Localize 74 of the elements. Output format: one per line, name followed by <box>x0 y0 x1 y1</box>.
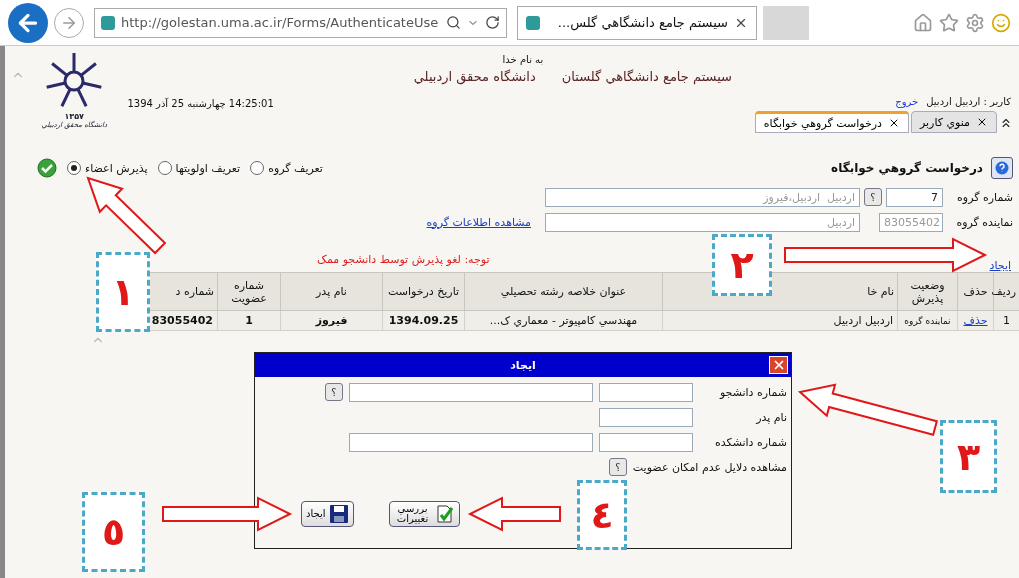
column-header: شماره عضويت <box>217 272 281 311</box>
input-field[interactable] <box>599 407 693 427</box>
mode-option[interactable]: تعريف گروه <box>250 161 323 175</box>
check-circle-icon[interactable] <box>37 158 57 178</box>
table-cell: 1 <box>217 310 281 331</box>
university-name: دانشگاه محقق اردبيلي <box>413 69 536 84</box>
step-number: ٤ <box>577 480 627 550</box>
radio-button[interactable] <box>250 161 265 175</box>
notice-text: توجه: لغو پذيرش توسط دانشجو ممک <box>317 253 490 266</box>
field-label: شماره دانشجو <box>718 385 787 399</box>
dialog-title-bar: ايجاد <box>255 353 791 377</box>
site-icon <box>101 15 115 30</box>
input-field[interactable] <box>349 382 593 402</box>
column-header: وضعيت پذيرش <box>897 272 958 311</box>
column-header: نام پدر <box>280 272 383 311</box>
close-icon <box>976 116 988 128</box>
column-header: ردیف <box>993 272 1019 311</box>
collapse-icon[interactable] <box>999 116 1013 130</box>
step-number: ٥ <box>82 492 145 572</box>
page-tab[interactable]: منوي کاربر <box>910 111 997 133</box>
create-link[interactable]: ايجاد <box>989 259 1011 272</box>
logout-link[interactable]: خروج <box>895 96 919 107</box>
browser-tab[interactable]: سيستم جامع دانشگاهي گلس... <box>517 5 757 40</box>
address-bar[interactable]: http://golestan.uma.ac.ir/Forms/AuthenticateUse <box>94 7 507 38</box>
step-number: ٣ <box>940 420 997 493</box>
table-cell: مهندسي کامپيوتر - معماري ک... <box>464 310 663 331</box>
page-title: درخواست گروهي خوابگاه <box>831 161 983 175</box>
user-name: کاربر : اردبيل اردبيل <box>926 96 1011 107</box>
mode-option[interactable]: تعريف اولويتها <box>157 161 241 175</box>
create-button[interactable]: ايجاد <box>301 501 354 527</box>
review-changes-button[interactable]: بررسي تغييرات <box>388 501 460 527</box>
logo-year: ۱۳۵۷ <box>64 112 84 121</box>
help-icon[interactable] <box>991 157 1013 179</box>
help-button[interactable]: ؟ <box>608 458 627 476</box>
table-cell: 1 <box>993 310 1019 331</box>
column-header: عنوان خلاصه رشته تحصيلي <box>464 272 663 311</box>
field-label: شماره گروه <box>956 190 1013 204</box>
new-tab-button[interactable] <box>763 5 809 40</box>
radio-button[interactable] <box>157 161 172 175</box>
help-button[interactable]: ؟ <box>864 188 882 206</box>
search-icon[interactable] <box>446 15 461 30</box>
close-button[interactable] <box>769 356 788 374</box>
system-title: سيستم جامع دانشگاهي گلستان <box>561 69 732 84</box>
document-check-icon <box>434 504 455 524</box>
step-number: ١ <box>96 252 150 332</box>
mode-option[interactable]: پذيرش اعضاء <box>67 161 148 175</box>
input-field[interactable]: 7 <box>886 187 943 207</box>
input-field[interactable] <box>599 382 693 402</box>
settings-icon[interactable] <box>965 12 985 33</box>
forward-button[interactable] <box>54 7 84 38</box>
view-group-link[interactable]: مشاهده اطلاعات گروه <box>426 215 531 229</box>
smiley-icon[interactable] <box>991 12 1011 33</box>
field-label: نام پدر <box>754 410 787 424</box>
home-icon[interactable] <box>913 12 933 33</box>
input-field[interactable] <box>349 432 593 452</box>
page-tab[interactable]: درخواست گروهي خوابگاه <box>754 111 909 133</box>
table-cell: اردبيل اردبيل <box>662 310 898 331</box>
field-label: شماره دانشکده <box>714 435 787 449</box>
star-icon[interactable] <box>939 12 959 33</box>
back-button[interactable] <box>8 2 48 43</box>
table-cell: فيروز <box>280 310 383 331</box>
blessing-text: به نام خدا <box>502 54 544 65</box>
step-number: ٢ <box>712 234 772 296</box>
column-header: تاريخ درخواست <box>382 272 465 311</box>
radio-button[interactable] <box>67 161 81 175</box>
site-icon <box>526 15 540 30</box>
table-cell: نماينده گروه <box>897 310 958 331</box>
refresh-icon[interactable] <box>485 15 500 30</box>
input-field[interactable] <box>599 432 693 452</box>
date-time: 14:25:01 چهارشنبه 25 آذر 1394 <box>127 98 274 112</box>
field-label: نماينده گروه <box>955 215 1013 229</box>
field-label: مشاهده دلايل عدم امکان عضويت <box>632 460 787 474</box>
table-cell: 1394.09.25 <box>382 310 465 331</box>
help-button[interactable]: ؟ <box>325 383 343 401</box>
